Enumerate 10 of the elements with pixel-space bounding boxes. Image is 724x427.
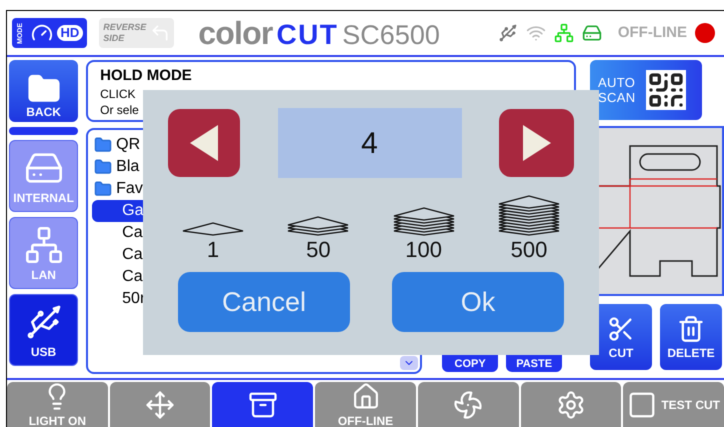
connection-status: OFF-LINE — [618, 22, 687, 43]
info-text: Or sele — [100, 102, 139, 118]
reverse-side-label: SIDE — [103, 33, 126, 44]
model-name: SC6500 — [342, 22, 440, 49]
info-title: HOLD MODE — [100, 66, 193, 86]
brand-name: color — [198, 17, 273, 49]
reverse-side-label: REVERSE — [103, 22, 146, 33]
info-text: CLICK — [100, 86, 136, 102]
brand-accent: CUT — [276, 21, 338, 49]
hd-label: HD — [56, 25, 84, 41]
